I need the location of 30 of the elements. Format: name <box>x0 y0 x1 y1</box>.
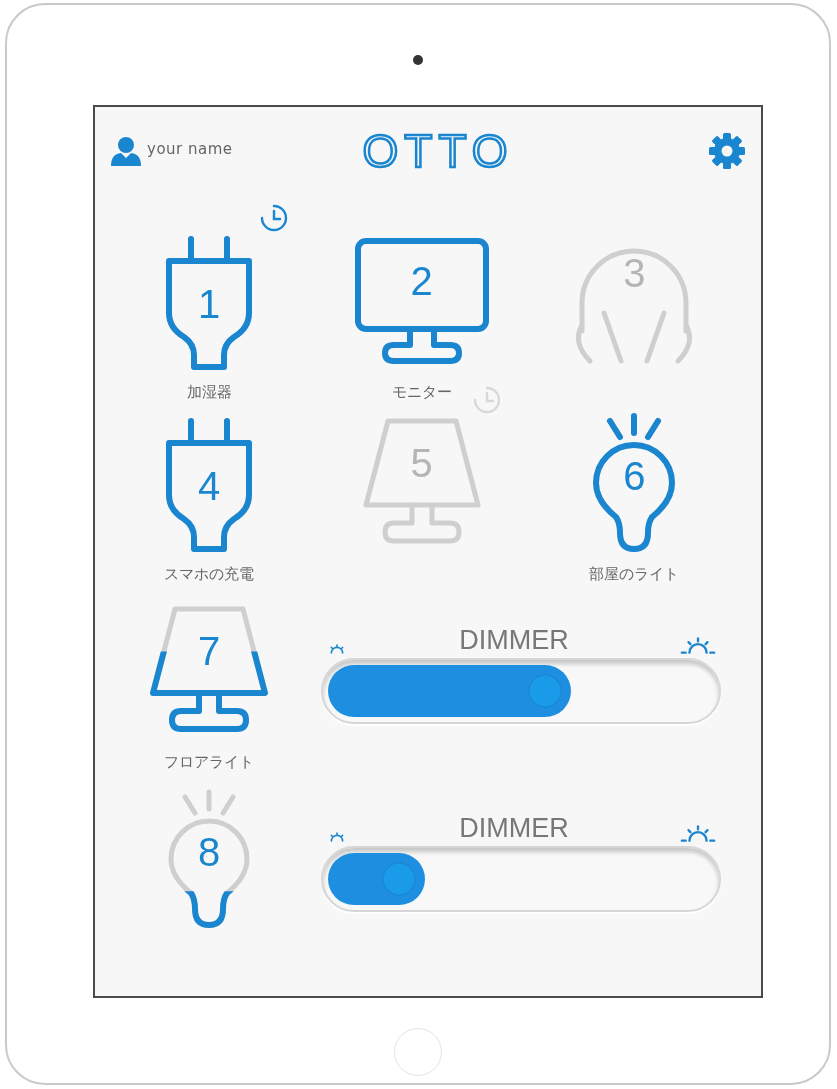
device-label: 部屋のライト <box>589 565 680 585</box>
bright-sun-icon <box>679 824 717 844</box>
device-number: 5 <box>410 443 433 484</box>
device-number: 3 <box>623 253 646 293</box>
device-button[interactable]: 7 <box>139 601 279 741</box>
settings-icon[interactable] <box>707 131 747 171</box>
device-number: 4 <box>197 465 221 506</box>
dimmer-label: DIMMER <box>459 813 569 844</box>
device-button[interactable]: 8 <box>139 789 279 929</box>
device-label: モニター <box>391 383 452 403</box>
dimmer-label: DIMMER <box>459 625 569 656</box>
bright-sun-icon <box>679 636 717 656</box>
user-icon <box>109 136 143 166</box>
device-number: 7 <box>197 631 221 672</box>
device-number: 2 <box>410 261 433 302</box>
device-button[interactable]: 5 <box>351 413 492 553</box>
device-button[interactable]: 3 <box>564 231 705 371</box>
device-label: フロアライト <box>164 753 254 773</box>
app-logo: OTTO <box>362 124 514 178</box>
device-label: 加湿器 <box>186 383 232 403</box>
device-label: スマホの充電 <box>164 565 254 585</box>
device-number: 8 <box>197 832 221 872</box>
device-button[interactable]: 4 <box>139 413 279 553</box>
device-button[interactable]: 6 <box>564 413 705 553</box>
device-button[interactable]: 1 <box>139 231 279 371</box>
user-name: your name <box>147 140 233 158</box>
camera-dot <box>413 55 423 65</box>
device-number: 6 <box>623 456 646 496</box>
device-number: 1 <box>197 283 221 324</box>
device-button[interactable]: 2 <box>351 231 492 371</box>
